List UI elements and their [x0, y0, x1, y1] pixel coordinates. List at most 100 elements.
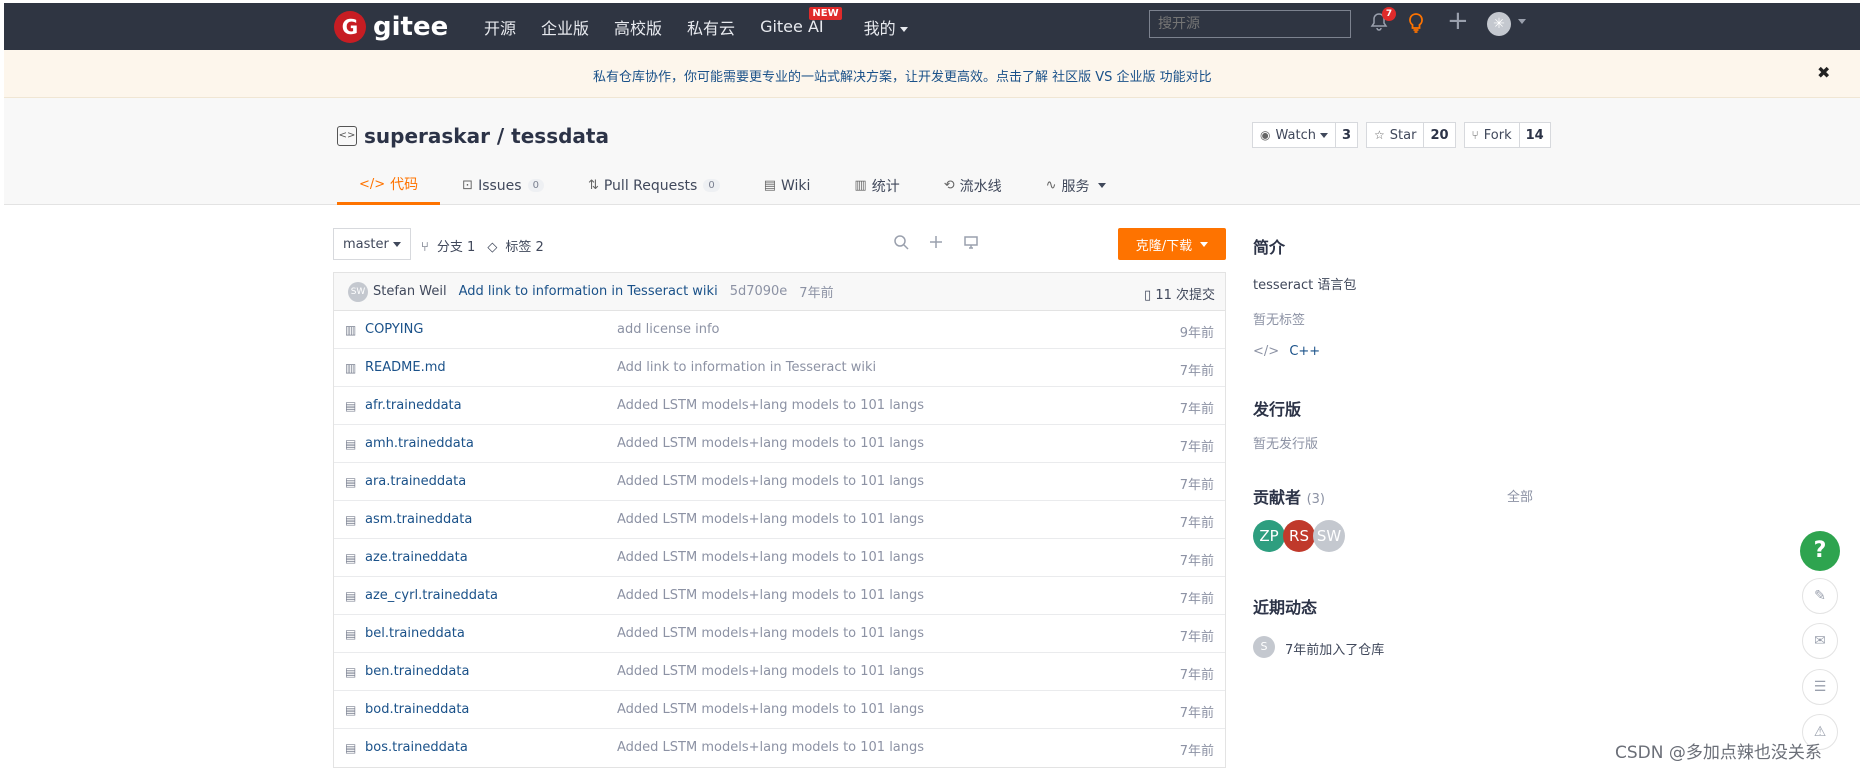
tab-label: Issues — [478, 177, 522, 194]
file-icon: ▤ — [345, 475, 357, 489]
nav-link-mine-label: 我的 — [863, 18, 896, 38]
gitee-logo[interactable]: G gitee — [334, 11, 448, 43]
language-link[interactable]: </> C++ — [1253, 344, 1320, 359]
no-releases-text: 暂无发行版 — [1253, 437, 1319, 452]
help-button[interactable]: ? — [1800, 531, 1840, 571]
nav-link-mine[interactable]: 我的 — [864, 15, 908, 39]
file-row[interactable]: ▥ COPYING add license info 9年前 — [334, 311, 1225, 349]
file-row[interactable]: ▤ ara.traineddata Added LSTM models+lang m… — [334, 463, 1225, 501]
tab-services[interactable]: ∿ 服务 — [1024, 166, 1128, 205]
avatar-chevron-down-icon[interactable] — [1518, 19, 1526, 24]
nav-link-gitee-ai[interactable]: Gitee AI NEW — [760, 7, 842, 36]
nav-link-enterprise[interactable]: 企业版 — [541, 15, 589, 39]
file-commit-message[interactable]: Added LSTM models+lang models to 101 lan… — [617, 512, 924, 527]
comment-icon[interactable]: ☰ — [1802, 669, 1838, 705]
file-commit-message[interactable]: Added LSTM models+lang models to 101 lan… — [617, 436, 924, 451]
file-row[interactable]: ▥ README.md Add link to information in Tes… — [334, 349, 1225, 387]
fork-icon: ⑂ — [1471, 128, 1479, 142]
plus-icon[interactable]: + — [1447, 6, 1469, 36]
fork-count[interactable]: 14 — [1520, 123, 1550, 147]
star-button[interactable]: ☆ Star — [1367, 123, 1425, 147]
tab-pull-requests[interactable]: ⇅ Pull Requests 0 — [566, 166, 742, 205]
fork-button[interactable]: ⑂ Fork — [1465, 123, 1520, 147]
tab-code[interactable]: </> 代码 — [337, 166, 441, 205]
file-row[interactable]: ▤ asm.traineddata Added LSTM models+lang m… — [334, 501, 1225, 539]
tab-issues[interactable]: ⊡ Issues 0 — [440, 166, 566, 205]
tab-pipeline[interactable]: ⟲ 流水线 — [922, 166, 1024, 205]
star-group: ☆ Star 20 — [1366, 122, 1456, 148]
file-name-link[interactable]: bos.traineddata — [365, 740, 468, 755]
file-icon: ▤ — [345, 437, 357, 451]
file-commit-message[interactable]: Added LSTM models+lang models to 101 lan… — [617, 664, 924, 679]
user-avatar[interactable]: ✳ — [1487, 12, 1511, 36]
commit-hash[interactable]: 5d7090e — [730, 284, 788, 299]
file-name-link[interactable]: ben.traineddata — [365, 664, 469, 679]
branches-link[interactable]: ⑂ 分支 1 — [421, 240, 483, 255]
close-icon[interactable]: ✖ — [1817, 63, 1830, 82]
commit-message[interactable]: Add link to information in Tesseract wik… — [459, 284, 718, 299]
contributor-avatar[interactable]: SW — [1313, 520, 1345, 552]
contributor-avatar[interactable]: RS — [1283, 520, 1315, 552]
branch-select[interactable]: master — [333, 228, 411, 260]
file-row[interactable]: ▤ afr.traineddata Added LSTM models+lang m… — [334, 387, 1225, 425]
file-row[interactable]: ▤ ben.traineddata Added LSTM models+lang m… — [334, 653, 1225, 691]
nav-link-private-cloud[interactable]: 私有云 — [687, 15, 735, 39]
promo-banner-text[interactable]: 私有仓库协作，你可能需要更专业的一站式解决方案，让开发更高效。点击了解 社区版 … — [593, 66, 1212, 85]
file-name-link[interactable]: README.md — [365, 360, 446, 375]
file-commit-message[interactable]: Added LSTM models+lang models to 101 lan… — [617, 550, 924, 565]
edit-icon[interactable]: ✎ — [1802, 578, 1838, 614]
commit-time: 7年前 — [799, 286, 834, 301]
add-file-icon[interactable] — [928, 234, 944, 254]
search-input[interactable] — [1149, 10, 1351, 38]
file-name-link[interactable]: ara.traineddata — [365, 474, 466, 489]
file-row[interactable]: ▤ bod.traineddata Added LSTM models+lang m… — [334, 691, 1225, 729]
mail-icon[interactable]: ✉ — [1802, 623, 1838, 659]
file-row[interactable]: ▤ bos.traineddata Added LSTM models+lang m… — [334, 729, 1225, 767]
tags-link[interactable]: ◇ 标签 2 — [487, 240, 551, 255]
file-commit-message[interactable]: Added LSTM models+lang models to 101 lan… — [617, 588, 924, 603]
tab-stats[interactable]: ▥ 统计 — [832, 166, 921, 205]
file-commit-message[interactable]: Added LSTM models+lang models to 101 lan… — [617, 398, 924, 413]
file-row[interactable]: ▤ aze_cyrl.traineddata Added LSTM models+l… — [334, 577, 1225, 615]
file-commit-message[interactable]: add license info — [617, 322, 720, 337]
file-commit-message[interactable]: Added LSTM models+lang models to 101 lan… — [617, 626, 924, 641]
nav-link-education[interactable]: 高校版 — [614, 15, 662, 39]
search-icon[interactable] — [893, 234, 909, 254]
file-name-link[interactable]: bel.traineddata — [365, 626, 465, 641]
watch-button[interactable]: ◉ Watch — [1253, 123, 1336, 147]
file-name-link[interactable]: bod.traineddata — [365, 702, 469, 717]
web-ide-icon[interactable] — [963, 234, 979, 254]
clone-download-button[interactable]: 克隆/下载 — [1118, 228, 1226, 260]
lightbulb-icon[interactable] — [1407, 12, 1425, 38]
file-commit-message[interactable]: Add link to information in Tesseract wik… — [617, 360, 876, 375]
file-row[interactable]: ▤ bel.traineddata Added LSTM models+lang m… — [334, 615, 1225, 653]
file-commit-message[interactable]: Added LSTM models+lang models to 101 lan… — [617, 702, 924, 717]
commit-author[interactable]: Stefan Weil — [373, 284, 447, 299]
file-name-link[interactable]: COPYING — [365, 322, 423, 337]
contributor-avatar[interactable]: ZP — [1253, 520, 1285, 552]
file-row[interactable]: ▤ amh.traineddata Added LSTM models+lang m… — [334, 425, 1225, 463]
commit-author-avatar[interactable]: SW — [348, 281, 368, 302]
file-name-link[interactable]: afr.traineddata — [365, 398, 462, 413]
repo-title[interactable]: superaskar / tessdata — [364, 124, 609, 148]
star-count[interactable]: 20 — [1424, 123, 1454, 147]
file-row[interactable]: ▤ aze.traineddata Added LSTM models+lang m… — [334, 539, 1225, 577]
branches-count: 分支 1 — [436, 240, 476, 255]
file-name-link[interactable]: aze_cyrl.traineddata — [365, 588, 498, 603]
file-name-link[interactable]: aze.traineddata — [365, 550, 468, 565]
activity-avatar[interactable]: S — [1253, 636, 1275, 658]
fork-label: Fork — [1483, 127, 1512, 143]
file-commit-message[interactable]: Added LSTM models+lang models to 101 lan… — [617, 740, 924, 755]
commit-count: 11 次提交 — [1155, 288, 1215, 303]
file-commit-message[interactable]: Added LSTM models+lang models to 101 lan… — [617, 474, 924, 489]
nav-link-opensource[interactable]: 开源 — [484, 15, 516, 39]
watch-count[interactable]: 3 — [1336, 123, 1357, 147]
file-name-link[interactable]: asm.traineddata — [365, 512, 472, 527]
file-name-link[interactable]: amh.traineddata — [365, 436, 474, 451]
commit-count-link[interactable]: ▯ 11 次提交 — [1144, 284, 1215, 303]
tab-label: 代码 — [390, 177, 419, 193]
book-icon: ▥ — [345, 323, 357, 337]
tab-label: 统计 — [871, 178, 900, 195]
tab-wiki[interactable]: ▤ Wiki — [742, 166, 833, 205]
all-contributors-link[interactable]: 全部 — [1507, 486, 1533, 505]
